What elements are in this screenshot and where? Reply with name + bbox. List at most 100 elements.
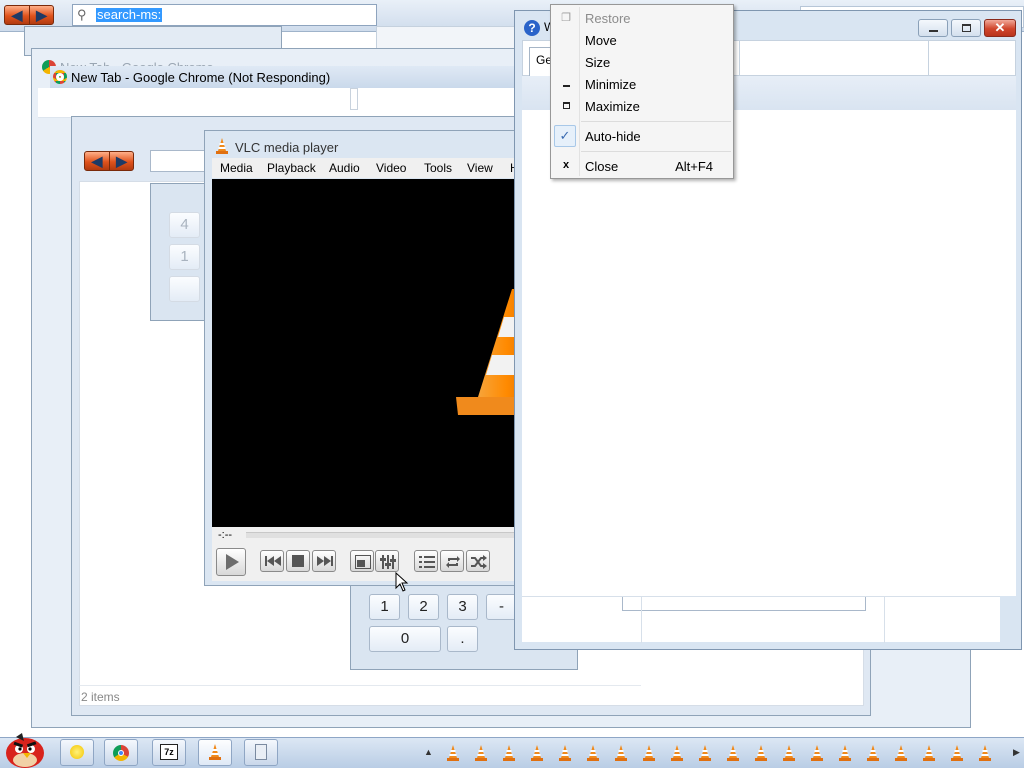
calc-key-1[interactable]: 1 — [369, 594, 400, 620]
tray-vlc-cone-icon[interactable] — [894, 745, 908, 761]
7zip-icon: 7z — [160, 744, 178, 760]
tray-vlc-cone-icon[interactable] — [950, 745, 964, 761]
menu-item-move[interactable]: Move — [551, 29, 733, 51]
vlc-menu-media[interactable]: Media — [220, 161, 253, 175]
tray-vlc-cone-icon[interactable] — [978, 745, 992, 761]
tray-vlc-cone-icon[interactable] — [642, 745, 656, 761]
tray-vlc-cone-icon[interactable] — [698, 745, 712, 761]
right-window-divider — [739, 41, 740, 75]
vlc-stop-button[interactable] — [286, 550, 310, 572]
taskbar-calculator-button[interactable] — [244, 739, 278, 766]
calc-key-3[interactable]: 3 — [447, 594, 478, 620]
vlc-menu-tools[interactable]: Tools — [424, 161, 452, 175]
tray-vlc-cone-icon[interactable] — [502, 745, 516, 761]
taskbar-chrome-button[interactable] — [104, 739, 138, 766]
tray-vlc-cone-icon[interactable] — [474, 745, 488, 761]
taskbar-weather-button[interactable] — [60, 739, 94, 766]
vlc-play-button[interactable] — [216, 548, 246, 576]
right-window-divider — [641, 597, 642, 643]
tray-vlc-cone-icon[interactable] — [922, 745, 936, 761]
minimize-button[interactable] — [918, 19, 948, 37]
vlc-seek-track[interactable] — [246, 532, 516, 538]
sun-icon — [70, 745, 84, 759]
vlc-cone-icon — [216, 138, 228, 154]
taskbar-7zip-button[interactable]: 7z — [152, 739, 186, 766]
chrome-title-bar[interactable]: New Tab - Google Chrome (Not Responding) — [50, 66, 520, 88]
vlc-menu-view[interactable]: View — [467, 161, 493, 175]
menu-item-auto-hide[interactable]: ✓ Auto-hide — [551, 124, 733, 148]
back-arrow-icon[interactable]: ◀ — [85, 152, 109, 170]
vlc-title-bar[interactable]: VLC media player — [205, 131, 523, 157]
taskbar-vlc-button[interactable] — [198, 739, 232, 766]
vlc-next-button[interactable] — [312, 550, 336, 572]
forward-arrow-icon[interactable]: ▶ — [109, 152, 133, 170]
tray-vlc-cone-icon[interactable] — [446, 745, 460, 761]
vlc-menubar: Media Playback Audio Video Tools View H — [212, 158, 522, 178]
back-forward-buttons[interactable]: ◀ ▶ — [4, 5, 54, 25]
calc-key-minus[interactable]: - — [486, 594, 517, 620]
back-arrow-icon[interactable]: ◀ — [5, 6, 29, 24]
calc-key-4[interactable]: 4 — [169, 212, 200, 238]
menu-item-maximize[interactable]: Maximize — [551, 95, 733, 117]
previous-icon — [265, 556, 281, 566]
tray-vlc-cone-icon[interactable] — [558, 745, 572, 761]
menu-item-restore[interactable]: ❐ Restore — [551, 7, 733, 29]
playlist-icon — [419, 556, 435, 568]
forward-arrow-icon[interactable]: ▶ — [29, 6, 53, 24]
tray-vlc-cone-icon[interactable] — [586, 745, 600, 761]
search-input-value: search-ms: — [96, 7, 163, 22]
chrome-icon — [53, 70, 67, 84]
tray-vlc-cone-icon[interactable] — [866, 745, 880, 761]
search-input[interactable]: ⚲ search-ms: — [72, 4, 377, 26]
menu-separator — [581, 121, 731, 122]
menu-item-close[interactable]: x Close Alt+F4 — [551, 155, 733, 177]
tray-vlc-cone-icon[interactable] — [530, 745, 544, 761]
close-button[interactable]: ✕ — [984, 19, 1016, 37]
calc-key-2[interactable]: 2 — [408, 594, 439, 620]
vlc-seek-bar[interactable]: -:-- — [212, 527, 516, 545]
calc-key-decimal[interactable]: . — [447, 626, 478, 652]
tray-vlc-cone-icon[interactable] — [726, 745, 740, 761]
vlc-extended-settings-button[interactable] — [375, 550, 399, 572]
calculator-icon — [255, 744, 267, 760]
menu-item-size[interactable]: Size — [551, 51, 733, 73]
vlc-shuffle-button[interactable] — [466, 550, 490, 572]
menu-item-minimize[interactable]: Minimize — [551, 73, 733, 95]
tray-vlc-cone-icon[interactable] — [838, 745, 852, 761]
explorer-back-forward[interactable]: ◀ ▶ — [84, 151, 134, 171]
tray-vlc-cone-icon[interactable] — [810, 745, 824, 761]
right-window-content — [522, 110, 1016, 596]
mouse-cursor-icon — [395, 571, 409, 595]
tray-scroll-right-icon[interactable]: ▶ — [1013, 747, 1020, 758]
calc-key-1[interactable]: 1 — [169, 244, 200, 270]
vlc-fullscreen-button[interactable] — [350, 550, 374, 572]
start-button-angry-bird-icon[interactable] — [2, 731, 48, 768]
vlc-playlist-button[interactable] — [414, 550, 438, 572]
tray-vlc-cone-icon[interactable] — [754, 745, 768, 761]
maximize-button[interactable] — [951, 19, 981, 37]
vlc-menu-playback[interactable]: Playback — [267, 161, 316, 175]
maximize-icon — [560, 99, 572, 113]
fullscreen-icon — [355, 555, 371, 569]
calc-key-0[interactable] — [169, 276, 200, 302]
restore-icon: ❐ — [561, 12, 571, 24]
close-icon: ✕ — [994, 20, 1006, 35]
vlc-loop-button[interactable] — [440, 550, 464, 572]
vlc-previous-button[interactable] — [260, 550, 284, 572]
vlc-time-elapsed: -:-- — [218, 529, 233, 541]
right-window-field[interactable] — [622, 597, 866, 611]
check-icon: ✓ — [554, 125, 576, 147]
tray-vlc-cone-icon[interactable] — [614, 745, 628, 761]
vlc-video-area[interactable] — [212, 179, 516, 527]
context-menu: ❐ Restore Move Size Minimize Maximize ✓ … — [550, 4, 734, 179]
vlc-menu-video[interactable]: Video — [376, 161, 406, 175]
help-icon[interactable]: ? — [524, 20, 540, 36]
vlc-menu-audio[interactable]: Audio — [329, 161, 360, 175]
minimize-icon — [560, 77, 572, 91]
tray-vlc-cone-icon[interactable] — [782, 745, 796, 761]
tray-vlc-cone-icon[interactable] — [670, 745, 684, 761]
chrome-content — [38, 88, 516, 118]
calc-key-0[interactable]: 0 — [369, 626, 441, 652]
explorer-address-bar[interactable] — [150, 150, 210, 172]
tray-expand-icon[interactable]: ▲ — [424, 747, 433, 757]
